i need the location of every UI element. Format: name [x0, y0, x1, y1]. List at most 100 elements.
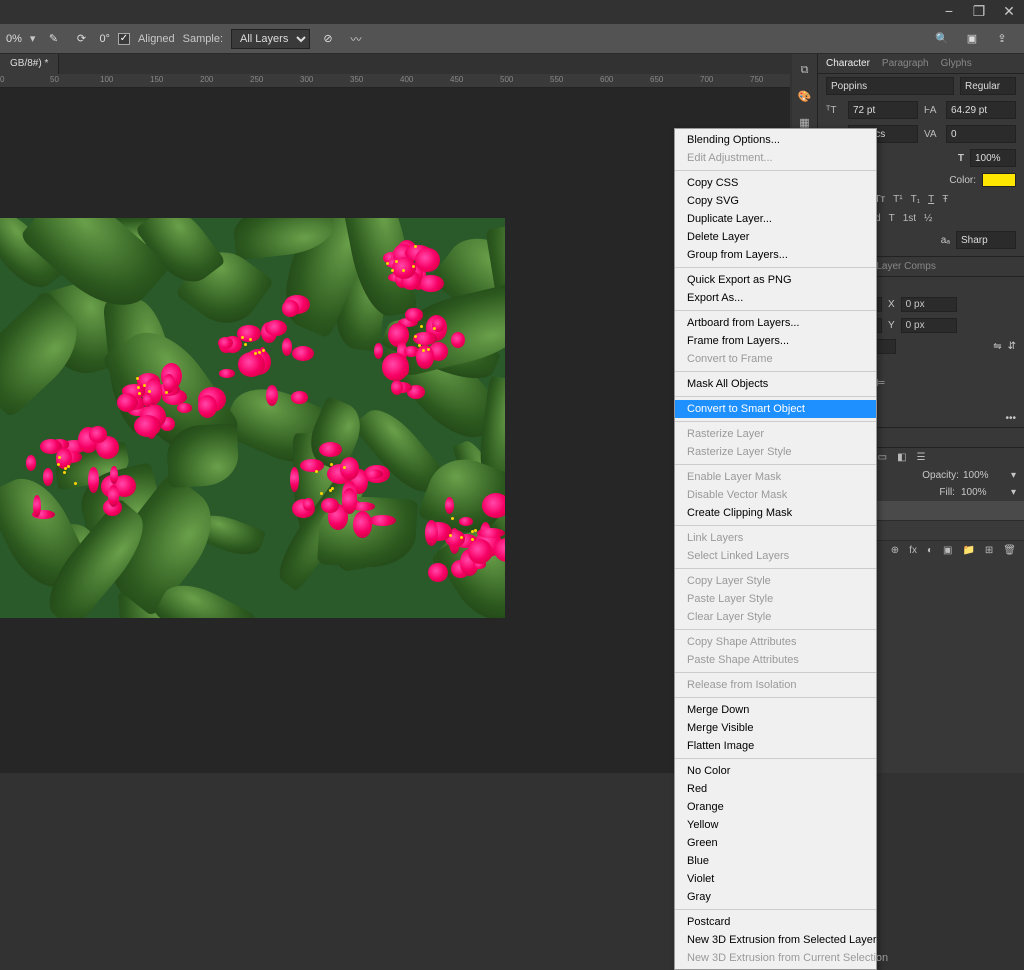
more-icon[interactable]: ••• — [1005, 413, 1016, 424]
pressure-icon[interactable]: 〰 — [346, 29, 366, 49]
antialias-dropdown[interactable] — [956, 231, 1016, 249]
filter-icon[interactable]: ◧ — [897, 452, 906, 463]
menu-item[interactable]: Merge Down — [675, 701, 876, 719]
menu-item[interactable]: Orange — [675, 798, 876, 816]
ruler-mark: 150 — [150, 75, 163, 84]
filter-icon[interactable]: ☰ — [917, 452, 926, 463]
strikethrough-icon[interactable]: Ŧ — [942, 194, 948, 205]
panel-strip-icon[interactable]: ⧉ — [795, 60, 815, 80]
menu-item: Release from Isolation — [675, 676, 876, 694]
filter-icon[interactable]: ▭ — [878, 452, 887, 463]
menu-item: Convert to Frame — [675, 350, 876, 368]
aa-label: aₐ — [941, 235, 950, 246]
flip-v-icon[interactable]: ⇵ — [1008, 341, 1016, 352]
menu-item[interactable]: Gray — [675, 888, 876, 906]
ot-icon[interactable]: 1st — [903, 213, 916, 224]
menu-item[interactable]: No Color — [675, 762, 876, 780]
menu-item[interactable]: Flatten Image — [675, 737, 876, 755]
tracking-icon: VA — [924, 129, 940, 140]
menu-item[interactable]: Export As... — [675, 289, 876, 307]
color-label: Color: — [949, 175, 976, 186]
mask-icon[interactable]: ◐ — [927, 545, 933, 556]
menu-item: Link Layers — [675, 529, 876, 547]
menu-item[interactable]: Mask All Objects — [675, 375, 876, 393]
menu-item[interactable]: Frame from Layers... — [675, 332, 876, 350]
leading-field[interactable] — [946, 101, 1016, 119]
superscript-icon[interactable]: T¹ — [893, 194, 902, 205]
chevron-down-icon[interactable]: ▾ — [1011, 470, 1016, 481]
ot-icon[interactable]: ½ — [924, 213, 932, 224]
tab-character[interactable]: Character — [826, 58, 870, 69]
tab-layer-comps[interactable]: Layer Comps — [876, 261, 935, 272]
document-tab[interactable]: GB/8#) * — [0, 54, 59, 74]
menu-item[interactable]: Create Clipping Mask — [675, 504, 876, 522]
tab-paragraph[interactable]: Paragraph — [882, 58, 929, 69]
font-size-field[interactable] — [848, 101, 918, 119]
fx-icon[interactable]: fx — [909, 545, 917, 556]
align-icon[interactable]: ⊨ — [877, 378, 886, 389]
menu-item[interactable]: Green — [675, 834, 876, 852]
y-value[interactable]: 0 px — [901, 318, 957, 333]
menu-item[interactable]: Postcard — [675, 913, 876, 931]
menu-item[interactable]: Group from Layers... — [675, 246, 876, 264]
new-layer-icon[interactable]: ⊞ — [985, 545, 993, 556]
x-value[interactable]: 0 px — [901, 297, 957, 312]
rotate-icon[interactable]: ⟳ — [71, 29, 91, 49]
ruler-mark: 700 — [700, 75, 713, 84]
text-percent-field[interactable] — [970, 149, 1016, 167]
menu-item[interactable]: Artboard from Layers... — [675, 314, 876, 332]
tracking-field[interactable] — [946, 125, 1016, 143]
sample-dropdown[interactable]: All Layers — [231, 29, 310, 49]
text-color-swatch[interactable] — [982, 173, 1016, 187]
chevron-down-icon[interactable]: ▾ — [30, 32, 36, 45]
menu-item[interactable]: Duplicate Layer... — [675, 210, 876, 228]
minimize-button[interactable]: − — [942, 4, 956, 18]
menu-item[interactable]: Yellow — [675, 816, 876, 834]
search-icon[interactable]: 🔍 — [932, 29, 952, 49]
fill-value[interactable]: 100% — [961, 487, 1005, 498]
link-icon[interactable]: ⊕ — [891, 545, 899, 556]
group-icon[interactable]: 📁 — [962, 545, 974, 556]
menu-item[interactable]: Red — [675, 780, 876, 798]
menu-item[interactable]: Blending Options... — [675, 131, 876, 149]
menu-item[interactable]: Copy SVG — [675, 192, 876, 210]
close-button[interactable]: ✕ — [1002, 4, 1016, 18]
font-family-dropdown[interactable] — [826, 77, 954, 95]
aligned-checkbox[interactable] — [118, 33, 130, 45]
restore-button[interactable]: ❐ — [972, 4, 986, 18]
trash-icon[interactable]: 🗑 — [1003, 545, 1016, 556]
ruler-mark: 750 — [750, 75, 763, 84]
ruler-mark: 650 — [650, 75, 663, 84]
brush-icon[interactable]: ✎ — [43, 29, 63, 49]
menu-item[interactable]: Blue — [675, 852, 876, 870]
menu-item: Disable Vector Mask — [675, 486, 876, 504]
image-canvas[interactable] — [0, 218, 505, 618]
tab-glyphs[interactable]: Glyphs — [941, 58, 972, 69]
font-style-dropdown[interactable] — [960, 77, 1016, 95]
ruler-mark: 300 — [300, 75, 313, 84]
ot-icon[interactable]: T — [889, 213, 895, 224]
canvas-area[interactable] — [0, 88, 790, 773]
menu-item[interactable]: New 3D Extrusion from Selected Layer — [675, 931, 876, 949]
angle-value[interactable]: 0° — [99, 33, 110, 45]
panel-strip-icon[interactable]: 🎨 — [795, 86, 815, 106]
zoom-value[interactable]: 0% — [6, 33, 22, 45]
underline-icon[interactable]: T — [928, 194, 934, 205]
ruler-mark: 550 — [550, 75, 563, 84]
subscript-icon[interactable]: T₁ — [911, 194, 920, 205]
menu-item[interactable]: Copy CSS — [675, 174, 876, 192]
share-icon[interactable]: ⇪ — [992, 29, 1012, 49]
adjustment-icon[interactable]: ▣ — [943, 545, 952, 556]
menu-item[interactable]: Delete Layer — [675, 228, 876, 246]
opacity-value[interactable]: 100% — [963, 470, 1007, 481]
menu-item: Paste Shape Attributes — [675, 651, 876, 669]
menu-item[interactable]: Merge Visible — [675, 719, 876, 737]
menu-item[interactable]: Convert to Smart Object — [675, 400, 876, 418]
ignore-adjustment-icon[interactable]: ⊘ — [318, 29, 338, 49]
chevron-down-icon[interactable]: ▾ — [1011, 487, 1016, 498]
menu-item[interactable]: Violet — [675, 870, 876, 888]
layer-context-menu[interactable]: Blending Options...Edit Adjustment...Cop… — [674, 128, 877, 970]
workspace-icon[interactable]: ▣ — [962, 29, 982, 49]
flip-h-icon[interactable]: ⇋ — [993, 341, 1001, 352]
menu-item[interactable]: Quick Export as PNG — [675, 271, 876, 289]
